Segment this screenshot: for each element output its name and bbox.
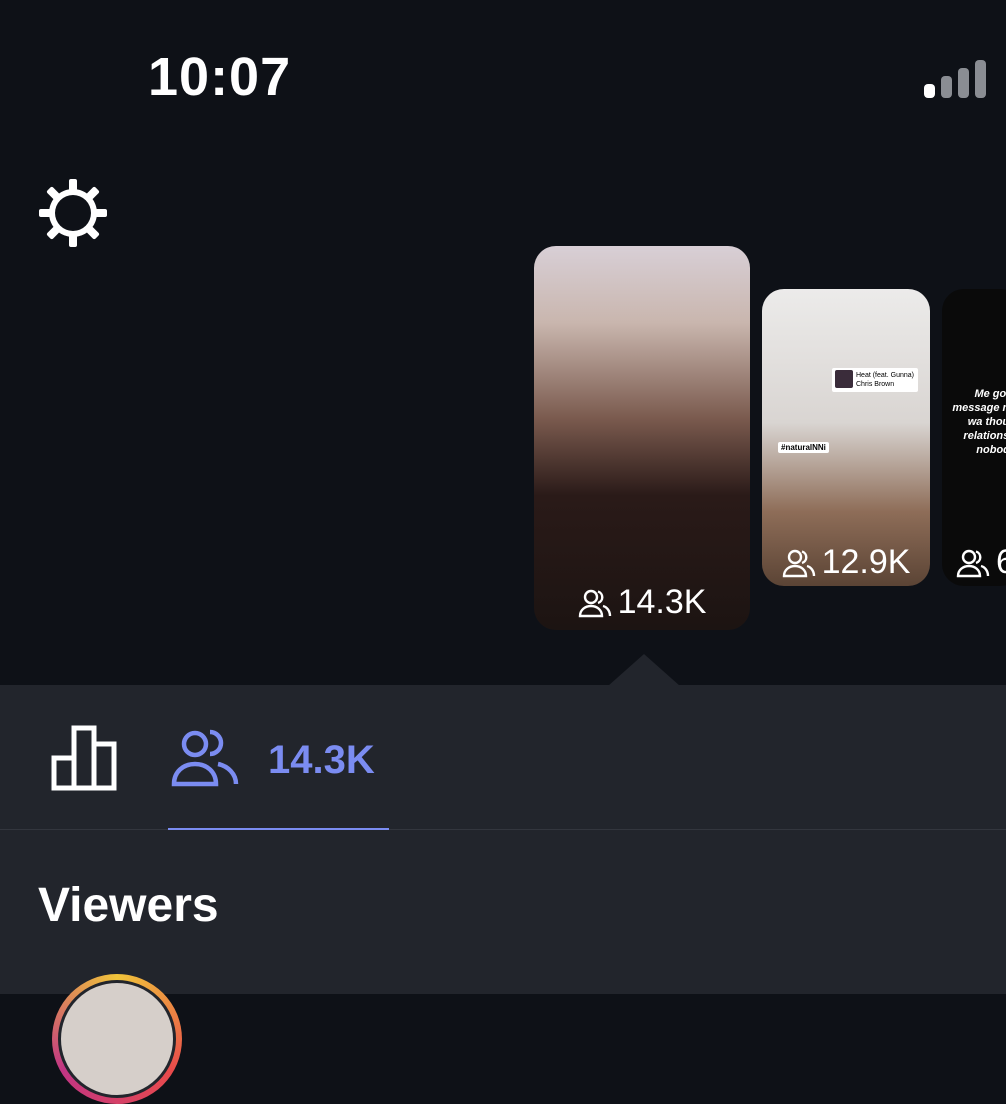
music-sticker: Heat (feat. Gunna) Chris Brown [832, 368, 918, 392]
insights-bar-chart-icon[interactable] [50, 724, 120, 792]
story-viewer-count: 12.9K [762, 543, 930, 582]
tabs-divider [0, 829, 1006, 830]
story-caption: Me goin message no wa thoug relationsh n… [952, 388, 1006, 456]
active-tab-indicator [168, 828, 389, 830]
album-art-icon [835, 370, 853, 388]
viewers-tab-icon[interactable] [170, 726, 242, 788]
settings-gear-icon[interactable] [38, 178, 108, 248]
viewers-icon [578, 589, 611, 617]
section-title: Viewers [38, 879, 219, 932]
story-card-1[interactable]: 14.3K [534, 246, 750, 630]
insights-panel [0, 685, 1006, 994]
story-viewer-count: 6 [942, 543, 1006, 582]
status-time: 10:07 [148, 47, 292, 107]
viewers-icon [956, 549, 990, 577]
story-card-3[interactable]: Me goin message no wa thoug relationsh n… [942, 289, 1006, 586]
story-card-2[interactable]: Heat (feat. Gunna) Chris Brown #naturalN… [762, 289, 930, 586]
viewers-icon [782, 549, 815, 577]
signal-icon [924, 58, 994, 98]
story-viewer-count: 14.3K [534, 583, 750, 622]
selected-story-pointer [608, 654, 680, 686]
hashtag-sticker: #naturalNNi [778, 442, 829, 453]
viewers-tab-count[interactable]: 14.3K [268, 738, 375, 783]
